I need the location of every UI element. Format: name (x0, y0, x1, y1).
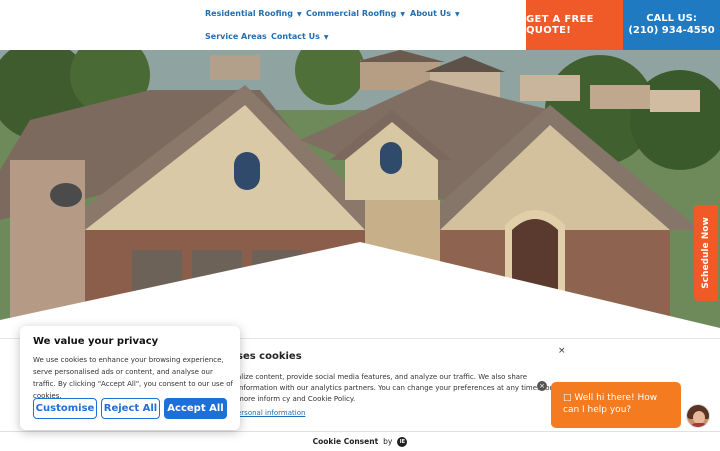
nav-contact-us[interactable]: Contact Us ▼ (271, 32, 329, 41)
privacy-consent-card: We value your privacy We use cookies to … (20, 326, 240, 430)
cookie-consent-footer: Cookie Consent by IE (0, 431, 720, 451)
privacy-title: We value your privacy (33, 336, 159, 347)
close-icon[interactable]: × (558, 346, 566, 356)
reject-all-button[interactable]: Reject All (101, 398, 160, 419)
nav-label: Residential Roofing (205, 9, 293, 18)
free-quote-label: GET A FREE QUOTE! (526, 14, 594, 36)
chevron-down-icon: ▼ (323, 34, 329, 41)
cookie-provider-logo-icon: IE (397, 436, 408, 447)
free-quote-button[interactable]: GET A FREE QUOTE! (526, 0, 623, 50)
schedule-now-tab[interactable]: Schedule Now (694, 205, 718, 301)
site-header: Residential Roofing ▼ Commercial Roofing ▼… (0, 0, 720, 50)
chevron-down-icon: ▼ (296, 11, 302, 18)
nav-residential-roofing[interactable]: Residential Roofing ▼ (205, 9, 302, 18)
customise-button[interactable]: Customise (33, 398, 97, 419)
privacy-text: We use cookies to enhance your browsing … (33, 356, 233, 400)
nav-service-areas[interactable]: Service Areas (205, 32, 267, 41)
accept-all-button[interactable]: Accept All (164, 398, 227, 419)
call-us-button[interactable]: CALL US: (210) 934-4550 (623, 0, 720, 50)
nav-label: About Us (410, 9, 451, 18)
cookie-consent-brand: Cookie Consent (312, 437, 379, 446)
chevron-down-icon: ▼ (400, 11, 405, 18)
nav-commercial-roofing[interactable]: Commercial Roofing ▼ (306, 9, 405, 18)
chat-agent-avatar[interactable] (686, 404, 710, 428)
schedule-now-label: Schedule Now (701, 217, 711, 289)
chat-close-icon[interactable]: × (537, 381, 547, 391)
nav-label: Contact Us (271, 32, 320, 41)
call-us-label: CALL US: (646, 13, 697, 24)
cookie-panel-text: alize content, provide social media feat… (237, 373, 553, 403)
cookie-consent-by: by (383, 437, 393, 446)
chat-icon: □ (563, 393, 575, 403)
chat-message: Well hi there! How can I help you? (563, 393, 658, 415)
nav-label: Commercial Roofing (306, 9, 397, 18)
chat-greeting-bubble[interactable]: □ Well hi there! How can I help you? (551, 382, 681, 428)
cookie-panel-title: ses cookies (237, 351, 302, 362)
nav-about-us[interactable]: About Us ▼ (410, 9, 460, 18)
phone-number: (210) 934-4550 (628, 25, 715, 36)
nav-label: Service Areas (205, 32, 267, 41)
chevron-down-icon: ▼ (454, 11, 460, 18)
hero-image (0, 50, 720, 340)
personal-information-link[interactable]: ersonal information (237, 409, 305, 417)
house-illustration (0, 50, 720, 340)
